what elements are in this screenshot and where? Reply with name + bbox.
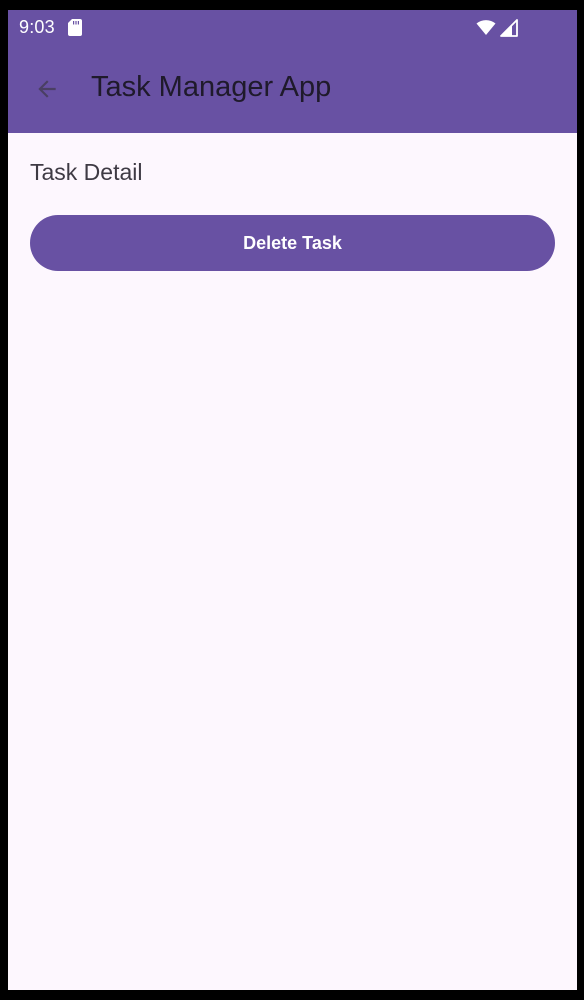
device-screen: 9:03 Task Manager App Task Detail Delete… bbox=[8, 10, 577, 990]
arrow-back-icon bbox=[38, 80, 56, 98]
signal-icon bbox=[500, 19, 518, 37]
section-title: Task Detail bbox=[30, 159, 143, 185]
wifi-icon bbox=[476, 20, 496, 35]
status-time: 9:03 bbox=[19, 17, 55, 37]
back-button[interactable] bbox=[26, 68, 68, 110]
sd-card-icon bbox=[68, 19, 82, 36]
app-title: Task Manager App bbox=[91, 71, 332, 103]
delete-task-label: Delete Task bbox=[243, 232, 342, 253]
status-bar: 9:03 bbox=[8, 10, 577, 46]
app-bar: Task Manager App bbox=[8, 46, 577, 133]
delete-task-button[interactable]: Delete Task bbox=[30, 215, 555, 271]
task-detail-content: Task Detail Delete Task bbox=[8, 133, 577, 990]
